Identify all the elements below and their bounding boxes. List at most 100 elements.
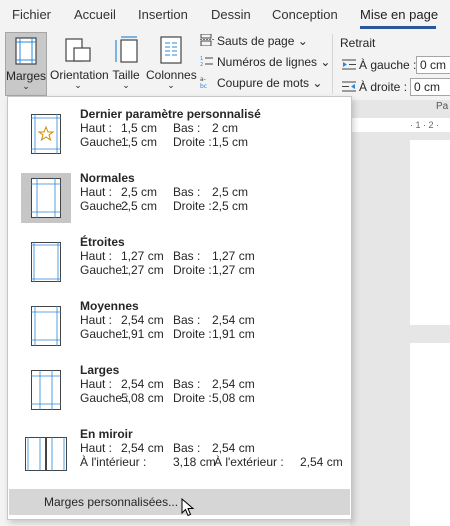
numeros-de-lignes-button[interactable]: 1 2 Numéros de lignes ⌄ bbox=[200, 55, 330, 69]
custom-margins-button[interactable]: Marges personnalisées... bbox=[9, 489, 350, 515]
margin-preview bbox=[21, 301, 71, 351]
marges-button[interactable]: Marges ⌄ bbox=[5, 32, 47, 96]
tab-conception[interactable]: Conception bbox=[272, 7, 338, 22]
sauts-label: Sauts de page bbox=[217, 34, 295, 48]
hyphenation-icon: a-bc bbox=[200, 76, 207, 88]
tab-dessin[interactable]: Dessin bbox=[211, 7, 251, 22]
value-haut: 1,5 cm bbox=[121, 121, 158, 135]
label-bas: Bas : bbox=[173, 249, 201, 263]
mouse-pointer-icon bbox=[181, 498, 195, 517]
a-droite-label: À droite : bbox=[359, 80, 408, 94]
label-bas: Bas : bbox=[173, 121, 201, 135]
value-bas: 2 cm bbox=[212, 121, 239, 135]
svg-text:a-: a- bbox=[200, 76, 206, 83]
retrait-heading: Retrait bbox=[340, 36, 376, 50]
margin-preset-normales[interactable]: Normales Haut : 2,5 cm Bas : 2,5 cm Gauc… bbox=[8, 171, 351, 233]
taille-button[interactable]: Taille ⌄ bbox=[109, 32, 143, 96]
margin-preview bbox=[21, 365, 71, 415]
retrait-gauche-label: À gauche : bbox=[342, 58, 416, 72]
label-droite: Droite : bbox=[173, 327, 212, 341]
tab-fichier[interactable]: Fichier bbox=[12, 7, 51, 22]
label-exterieur: À l'extérieur : bbox=[214, 455, 284, 469]
label-interieur: À l'intérieur : bbox=[80, 455, 147, 469]
custom-margins-label: Marges personnalisées... bbox=[44, 495, 179, 509]
coupure-de-mots-button[interactable]: a-bc Coupure de mots ⌄ bbox=[200, 76, 322, 90]
svg-text:2: 2 bbox=[200, 62, 203, 67]
indent-right-icon bbox=[342, 81, 356, 92]
group-label-paragraphe: Pa bbox=[436, 101, 449, 112]
chevron-down-icon: ⌄ bbox=[122, 80, 130, 90]
tab-mise-en-page[interactable]: Mise en page bbox=[360, 7, 438, 22]
preset-title: En miroir bbox=[80, 427, 133, 441]
margin-preset-larges[interactable]: Larges Haut : 2,54 cm Bas : 2,54 cm Gauc… bbox=[8, 363, 351, 425]
ribbon-tab-bar: Fichier Accueil Insertion Dessin Concept… bbox=[0, 0, 450, 30]
chevron-down-icon: ⌄ bbox=[297, 34, 308, 48]
margin-preset-moyennes[interactable]: Moyennes Haut : 2,54 cm Bas : 2,54 cm Ga… bbox=[8, 299, 351, 361]
margin-preview bbox=[21, 429, 71, 479]
label-haut: Haut : bbox=[80, 185, 113, 199]
label-bas: Bas : bbox=[173, 185, 201, 199]
label-droite: Droite : bbox=[173, 199, 212, 213]
label-bas: Bas : bbox=[173, 441, 201, 455]
svg-text:bc: bc bbox=[200, 83, 207, 88]
value-droite: 2,5 cm bbox=[212, 199, 249, 213]
indent-right-field[interactable]: 0 cm bbox=[410, 78, 450, 96]
margin-preview bbox=[21, 109, 71, 159]
orientation-button[interactable]: Orientation ⌄ bbox=[50, 32, 109, 96]
chevron-down-icon: ⌄ bbox=[167, 80, 175, 90]
tab-accueil[interactable]: Accueil bbox=[74, 7, 116, 22]
preset-title: Moyennes bbox=[80, 299, 139, 313]
document-page[interactable] bbox=[410, 343, 450, 526]
colonnes-button[interactable]: Colonnes ⌄ bbox=[146, 32, 197, 96]
numeros-label: Numéros de lignes bbox=[217, 55, 318, 69]
active-tab-indicator bbox=[360, 26, 436, 29]
ribbon-separator bbox=[332, 34, 333, 94]
preset-title: Dernier paramètre personnalisé bbox=[80, 107, 261, 121]
label-droite: Droite : bbox=[173, 135, 212, 149]
label-haut: Haut : bbox=[80, 249, 113, 263]
indent-left-icon bbox=[342, 59, 356, 70]
label-haut: Haut : bbox=[80, 441, 113, 455]
margin-preview-icon bbox=[31, 178, 61, 218]
indent-left-field[interactable]: 0 cm bbox=[416, 56, 450, 74]
value-bas: 1,27 cm bbox=[212, 249, 255, 263]
preset-title: Larges bbox=[80, 363, 120, 377]
margin-preview-icon bbox=[31, 242, 61, 282]
margin-preset-etroites[interactable]: Étroites Haut : 1,27 cm Bas : 1,27 cm Ga… bbox=[8, 235, 351, 297]
margins-icon bbox=[15, 37, 37, 65]
custom-margin-star-icon bbox=[31, 114, 61, 154]
orientation-icon bbox=[65, 38, 91, 62]
label-haut: Haut : bbox=[80, 377, 113, 391]
mirror-margin-icon bbox=[25, 437, 67, 471]
horizontal-ruler[interactable]: · 1 · 2 · bbox=[350, 118, 450, 132]
label-droite: Droite : bbox=[173, 263, 212, 277]
label-haut: Haut : bbox=[80, 121, 113, 135]
label-droite: Droite : bbox=[173, 391, 212, 405]
value-gauche: 1,27 cm bbox=[121, 263, 164, 277]
sauts-de-page-button[interactable]: Sauts de page ⌄ bbox=[200, 34, 308, 48]
document-page[interactable] bbox=[410, 140, 450, 325]
margin-preview-icon bbox=[31, 306, 61, 346]
retrait-droite-label: À droite : bbox=[342, 80, 407, 94]
margin-preset-en-miroir[interactable]: En miroir Haut : 2,54 cm Bas : 2,54 cm À… bbox=[8, 427, 351, 489]
chevron-down-icon: ⌄ bbox=[320, 55, 331, 69]
chevron-down-icon: ⌄ bbox=[22, 81, 30, 91]
page-break-icon bbox=[200, 34, 214, 46]
preset-title: Normales bbox=[80, 171, 135, 185]
value-droite: 1,5 cm bbox=[212, 135, 249, 149]
value-haut: 2,5 cm bbox=[121, 185, 158, 199]
margin-preview bbox=[21, 173, 71, 223]
coupure-label: Coupure de mots bbox=[217, 76, 310, 90]
value-gauche: 1,91 cm bbox=[121, 327, 164, 341]
value-bas: 2,5 cm bbox=[212, 185, 249, 199]
margin-preset-last-custom[interactable]: Dernier paramètre personnalisé Haut : 1,… bbox=[8, 107, 351, 169]
line-numbers-icon: 12 bbox=[200, 56, 213, 67]
value-haut: 1,27 cm bbox=[121, 249, 164, 263]
margin-preview bbox=[21, 237, 71, 287]
tab-insertion[interactable]: Insertion bbox=[138, 7, 188, 22]
value-droite: 1,27 cm bbox=[212, 263, 255, 277]
value-bas: 2,54 cm bbox=[212, 313, 255, 327]
margin-preview-icon bbox=[31, 370, 61, 410]
value-gauche: 1,5 cm bbox=[121, 135, 158, 149]
label-haut: Haut : bbox=[80, 313, 113, 327]
